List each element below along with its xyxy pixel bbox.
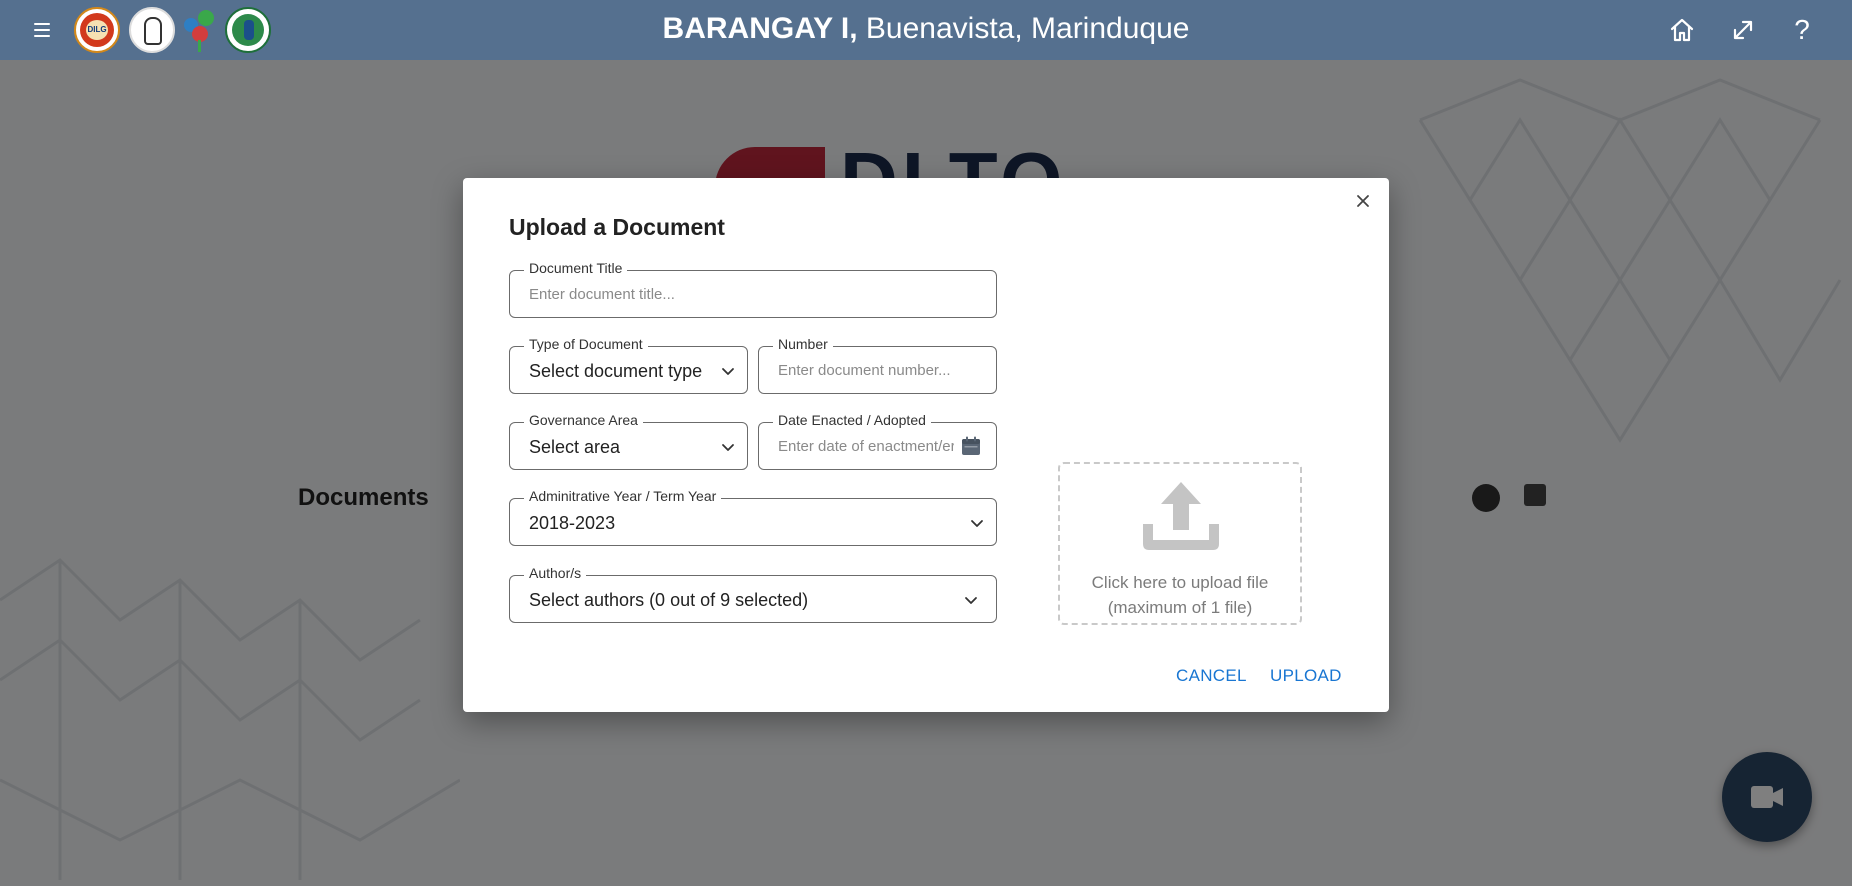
governance-area-select[interactable]: Governance Area Select area <box>509 412 748 470</box>
chevron-down-icon <box>962 591 980 609</box>
administrative-year-label: Adminitrative Year / Term Year <box>524 488 722 504</box>
document-type-value: Select document type <box>529 361 703 381</box>
upload-line-2: (maximum of 1 file) <box>1107 598 1253 617</box>
date-enacted-input[interactable] <box>759 423 954 469</box>
home-icon[interactable] <box>1666 14 1698 46</box>
authors-select[interactable]: Author/s Select authors (0 out of 9 sele… <box>509 565 997 623</box>
title-location: Buenavista, Marinduque <box>857 12 1190 45</box>
calendar-icon[interactable] <box>960 435 982 457</box>
chevron-down-icon <box>719 438 737 456</box>
file-upload-dropzone[interactable]: Click here to upload file (maximum of 1 … <box>1058 462 1302 625</box>
upload-line-1: Click here to upload file <box>1091 573 1269 592</box>
administrative-year-value: 2018-2023 <box>529 513 616 533</box>
governance-area-label: Governance Area <box>524 412 643 428</box>
cancel-button[interactable]: CANCEL <box>1176 666 1247 686</box>
upload-document-dialog: Upload a Document Document Title Type of… <box>463 178 1389 712</box>
chevron-down-icon <box>719 362 737 380</box>
authors-label: Author/s <box>524 565 587 581</box>
document-type-select[interactable]: Type of Document Select document type <box>509 336 748 394</box>
chevron-down-icon <box>968 514 986 532</box>
upload-instructions: Click here to upload file (maximum of 1 … <box>1060 570 1300 620</box>
document-title-input[interactable] <box>510 271 996 317</box>
date-enacted-field[interactable]: Date Enacted / Adopted <box>758 412 997 470</box>
title-barangay: BARANGAY I, <box>662 12 858 45</box>
expand-icon[interactable] <box>1727 14 1759 46</box>
upload-icon <box>1139 474 1223 554</box>
governance-area-value: Select area <box>529 437 621 457</box>
close-icon[interactable] <box>1352 190 1374 212</box>
dialog-title: Upload a Document <box>509 214 725 240</box>
authors-value: Select authors (0 out of 9 selected) <box>529 590 809 610</box>
help-icon[interactable]: ? <box>1786 14 1818 46</box>
document-title-field[interactable]: Document Title <box>509 260 997 318</box>
document-type-label: Type of Document <box>524 336 648 352</box>
administrative-year-select[interactable]: Adminitrative Year / Term Year 2018-2023 <box>509 488 997 546</box>
number-input[interactable] <box>759 347 996 393</box>
app-title: BARANGAY I, Buenavista, Marinduque <box>0 12 1852 46</box>
number-field[interactable]: Number <box>758 336 997 394</box>
upload-button[interactable]: UPLOAD <box>1270 666 1342 686</box>
top-app-bar: DILG BARANGAY I, Buenavista, Marinduque … <box>0 0 1852 60</box>
